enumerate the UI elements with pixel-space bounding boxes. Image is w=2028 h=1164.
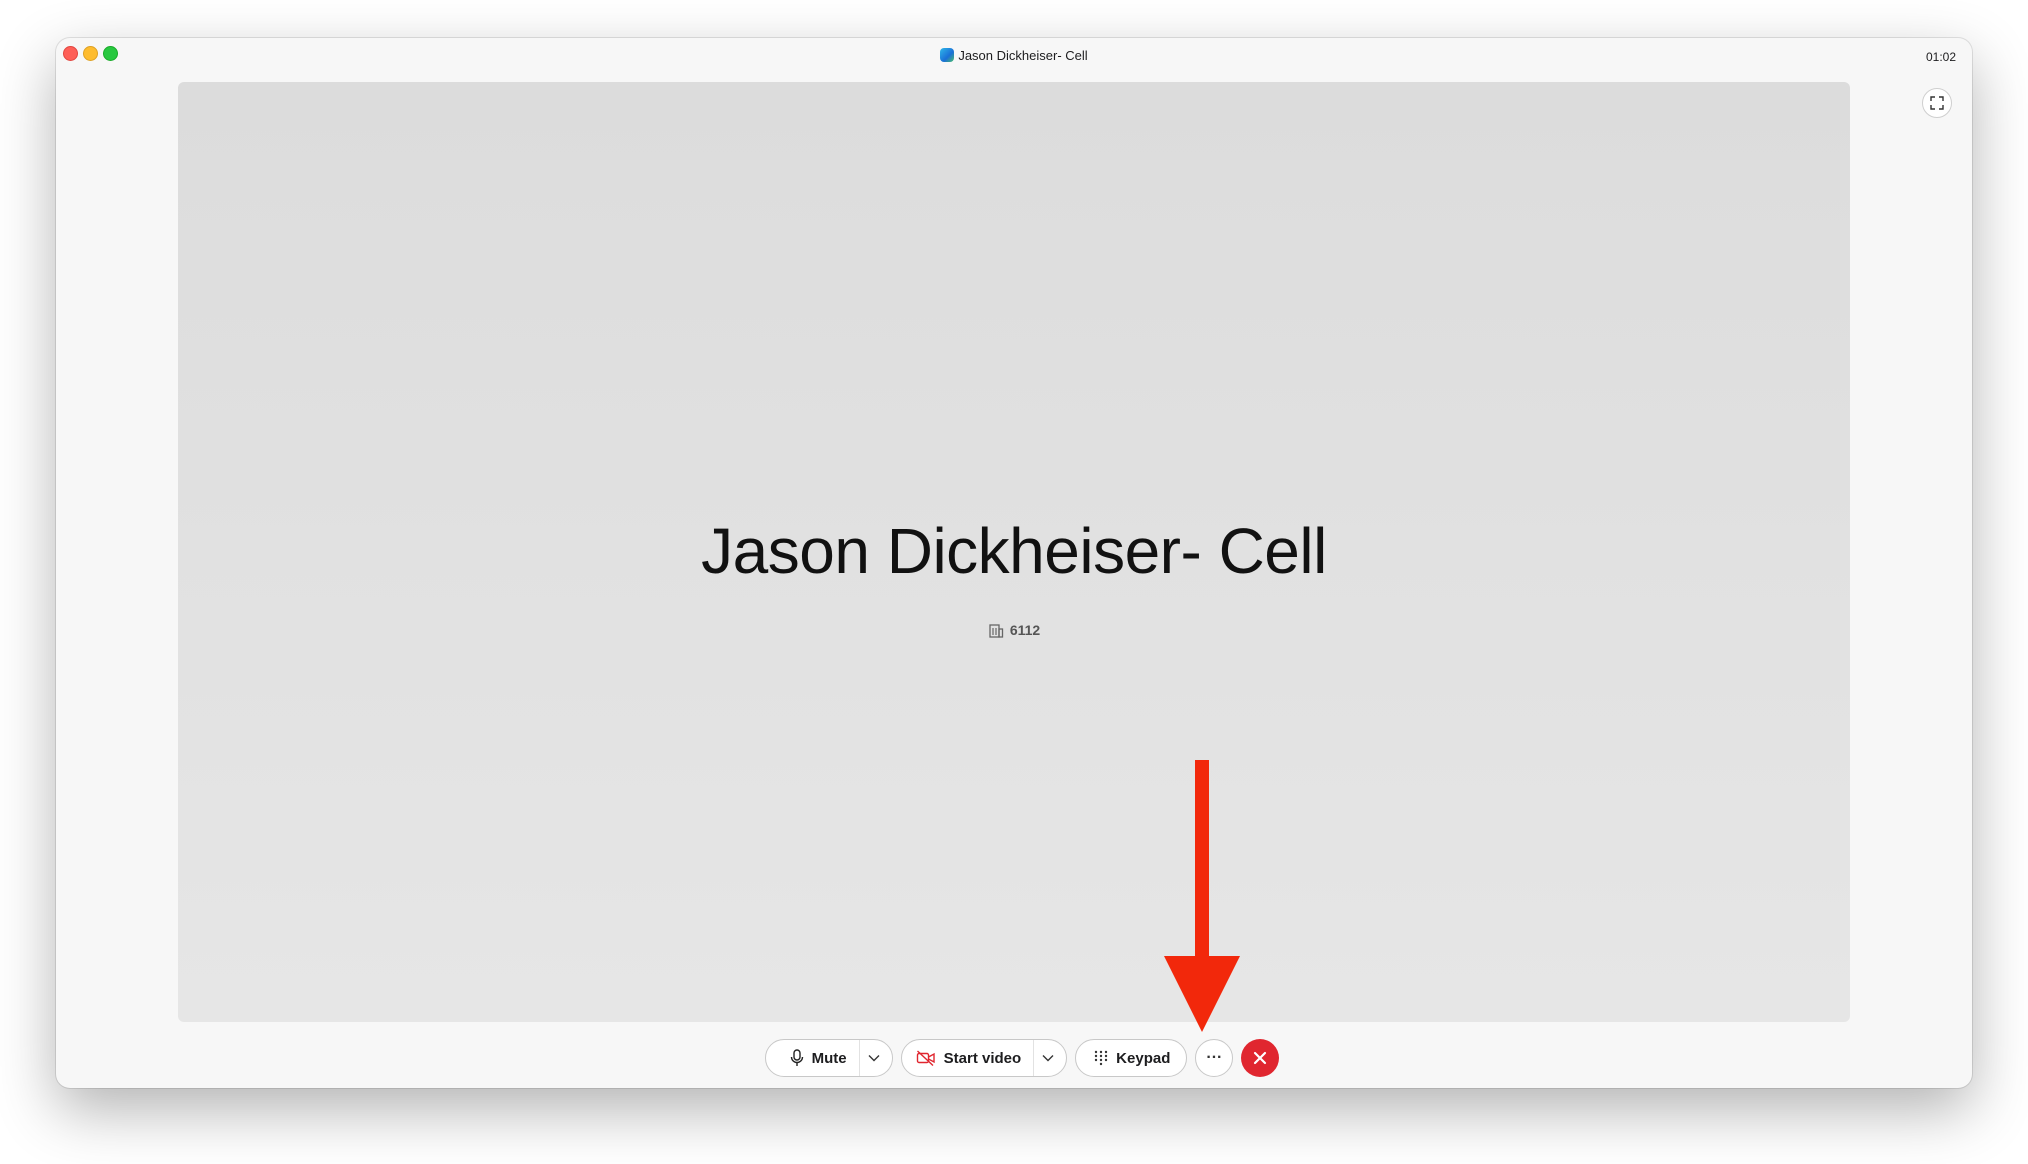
mute-options-dropdown[interactable] <box>858 1040 892 1076</box>
video-button-group: Start video <box>900 1039 1068 1077</box>
window-title: Jason Dickheiser- Cell <box>56 48 1972 63</box>
chevron-down-icon <box>868 1055 880 1062</box>
call-stage: Jason Dickheiser- Cell 6112 <box>178 82 1850 1022</box>
window-title-text: Jason Dickheiser- Cell <box>958 48 1088 63</box>
more-options-icon: ··· <box>1206 1049 1223 1066</box>
mute-label: Mute <box>811 1049 847 1067</box>
mute-button-group: Mute <box>764 1039 893 1077</box>
call-window: Jason Dickheiser- Cell 01:02 Jason Dickh… <box>56 38 1972 1088</box>
contact-name: Jason Dickheiser- Cell <box>701 515 1327 587</box>
microphone-icon <box>790 1049 803 1066</box>
video-off-icon <box>916 1050 935 1066</box>
title-bar: Jason Dickheiser- Cell 01:02 <box>56 38 1972 78</box>
building-icon <box>989 624 1003 638</box>
chevron-down-icon <box>1042 1055 1054 1062</box>
contact-number-text: 6112 <box>1009 622 1041 638</box>
annotation-arrow-icon <box>1164 760 1240 1032</box>
start-video-button[interactable]: Start video <box>916 1040 1022 1076</box>
call-controls-bar: Mute Start video Keypad ··· <box>56 1038 1972 1078</box>
more-options-button[interactable]: ··· <box>1195 1039 1234 1077</box>
mute-button[interactable]: Mute <box>790 1040 847 1076</box>
keypad-label: Keypad <box>1116 1049 1171 1067</box>
keypad-button[interactable]: Keypad <box>1075 1039 1188 1077</box>
contact-number: 6112 <box>178 622 1850 638</box>
close-icon <box>1254 1051 1267 1065</box>
fullscreen-button[interactable] <box>1922 88 1952 118</box>
call-timer: 01:02 <box>1925 50 1956 64</box>
fullscreen-icon <box>1930 96 1944 110</box>
start-video-label: Start video <box>943 1049 1022 1067</box>
video-options-dropdown[interactable] <box>1033 1040 1066 1076</box>
end-call-button[interactable] <box>1241 1039 1280 1077</box>
keypad-grid-icon <box>1094 1050 1108 1066</box>
webex-app-icon <box>940 48 955 62</box>
